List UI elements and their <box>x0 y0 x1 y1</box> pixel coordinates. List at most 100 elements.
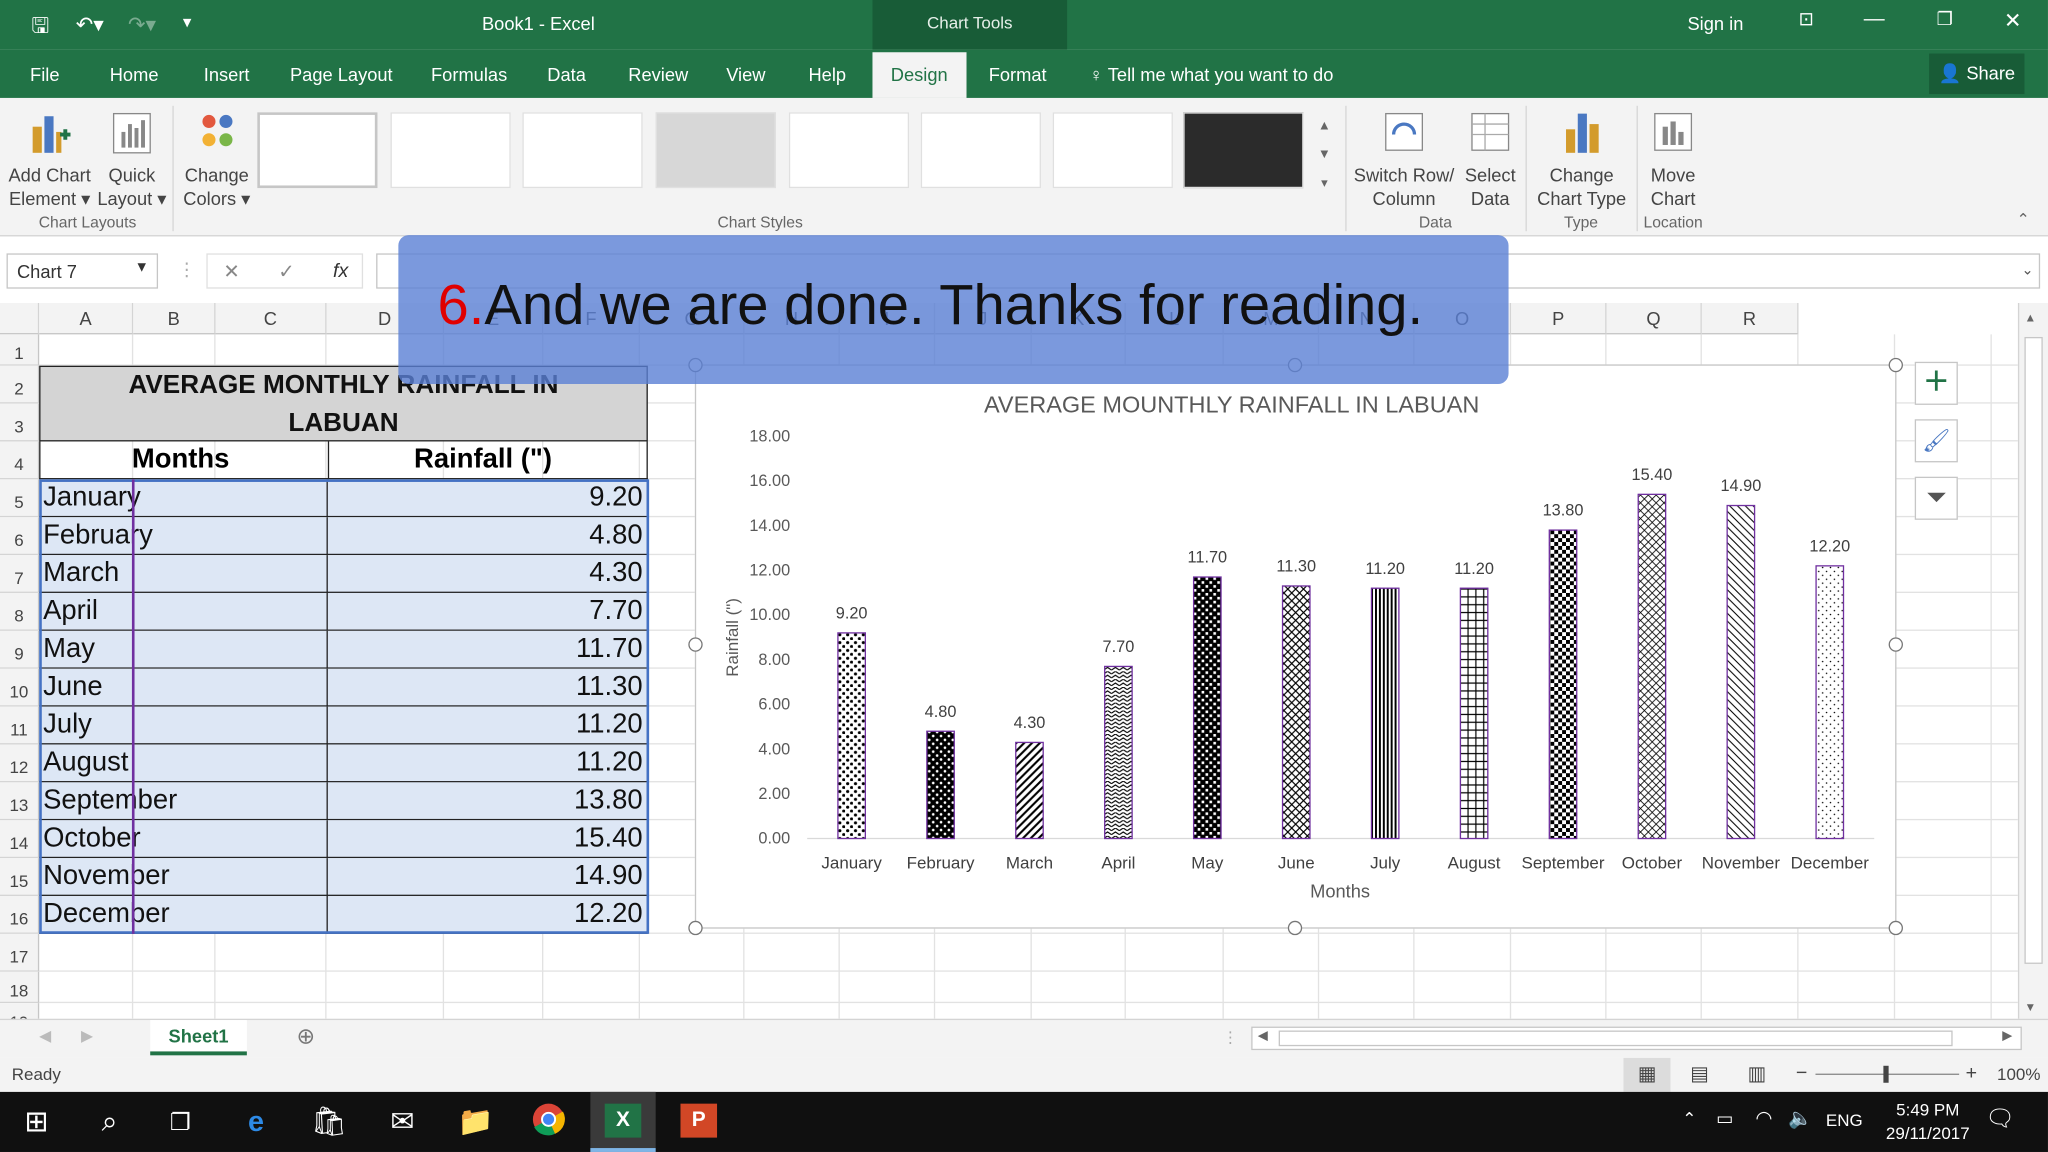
row-header-15[interactable]: 15 <box>0 858 40 896</box>
customize-qat-icon[interactable]: ▾ <box>183 12 192 33</box>
wifi-icon[interactable]: ◠ <box>1755 1106 1772 1130</box>
prev-sheet-icon[interactable]: ◀ <box>39 1027 51 1045</box>
change-chart-type-button[interactable]: Change Chart Type <box>1531 108 1633 210</box>
table-row[interactable]: September 13.80 <box>39 782 648 821</box>
enter-icon[interactable]: ✓ <box>278 260 294 283</box>
change-colors-button[interactable]: Change Colors ▾ <box>180 108 253 210</box>
row-header-11[interactable]: 11 <box>0 706 40 745</box>
scroll-down-icon[interactable]: ▼ <box>2024 1000 2036 1013</box>
row-header-4[interactable]: 4 <box>0 441 40 480</box>
zoom-level[interactable]: 100% <box>1997 1064 2040 1084</box>
next-sheet-icon[interactable]: ▶ <box>81 1027 93 1045</box>
column-header-P[interactable]: P <box>1511 303 1607 335</box>
row-header-19[interactable]: 19 <box>0 1003 40 1019</box>
quick-layout-button[interactable]: Quick Layout ▾ <box>97 108 168 210</box>
horizontal-scrollbar[interactable]: ◀ ▶ <box>1251 1026 2022 1051</box>
row-header-17[interactable]: 17 <box>0 933 40 972</box>
row-header-9[interactable]: 9 <box>0 630 40 669</box>
sign-in-link[interactable]: Sign in <box>1687 13 1743 34</box>
chart-style-4[interactable] <box>655 112 776 189</box>
add-sheet-icon[interactable]: ⊕ <box>296 1024 315 1050</box>
scroll-thumb[interactable] <box>2024 336 2043 964</box>
battery-icon[interactable]: ▭ <box>1716 1108 1733 1130</box>
sheet-tab-sheet1[interactable]: Sheet1 <box>150 1020 247 1056</box>
tab-design[interactable]: Design <box>872 52 966 98</box>
tab-file[interactable]: File <box>30 64 59 85</box>
zoom-out-icon[interactable]: − <box>1796 1062 1807 1084</box>
minimize-icon[interactable]: — <box>1855 8 1894 32</box>
undo-icon[interactable]: ↶▾ <box>76 12 104 38</box>
task-view-icon[interactable]: ❐ <box>159 1102 201 1141</box>
table-row[interactable]: November 14.90 <box>39 858 648 896</box>
chart-style-8[interactable] <box>1183 112 1304 189</box>
table-row[interactable]: August 11.20 <box>39 744 648 783</box>
edge-icon[interactable]: e <box>235 1102 277 1141</box>
excel-taskbar-button[interactable]: X <box>590 1091 656 1152</box>
volume-icon[interactable]: 🔈 <box>1788 1106 1812 1130</box>
vertical-scrollbar[interactable]: ▲ ▼ <box>2017 303 2048 1019</box>
chart-style-6[interactable] <box>920 112 1041 189</box>
table-row[interactable]: January 9.20 <box>39 479 648 518</box>
row-header-8[interactable]: 8 <box>0 592 40 631</box>
mail-icon[interactable]: ✉ <box>381 1102 423 1141</box>
save-icon[interactable]: 🖫 <box>31 12 49 47</box>
chart-styles-button[interactable]: 🖌 <box>1914 419 1958 463</box>
chart-style-7[interactable] <box>1052 112 1173 189</box>
scroll-up-icon[interactable]: ▲ <box>2024 311 2036 324</box>
resize-handle[interactable] <box>688 920 703 936</box>
language-indicator[interactable]: ENG <box>1826 1110 1863 1130</box>
table-row[interactable]: October 15.40 <box>39 820 648 859</box>
row-header-12[interactable]: 12 <box>0 744 40 783</box>
table-row[interactable]: February 4.80 <box>39 517 648 556</box>
tab-home[interactable]: Home <box>110 64 159 85</box>
resize-handle[interactable] <box>1888 357 1903 373</box>
table-row[interactable]: May 11.70 <box>39 630 648 669</box>
expand-formula-icon[interactable]: ⌄ <box>2022 261 2034 279</box>
split-handle-icon[interactable]: ⋮ <box>1223 1028 1239 1046</box>
chevron-down-icon[interactable]: ▼ <box>135 260 149 276</box>
row-header-14[interactable]: 14 <box>0 820 40 859</box>
resize-handle[interactable] <box>1888 637 1903 652</box>
row-header-1[interactable]: 1 <box>0 334 40 366</box>
chart-elements-button[interactable]: ＋ <box>1914 361 1958 405</box>
resize-handle[interactable] <box>1888 920 1903 936</box>
column-header-B[interactable]: B <box>133 303 216 335</box>
chart-style-2[interactable] <box>390 112 511 189</box>
name-box[interactable]: Chart 7 ▼ <box>6 253 159 289</box>
tab-view[interactable]: View <box>726 64 765 85</box>
tab-help[interactable]: Help <box>808 64 846 85</box>
close-icon[interactable]: ✕ <box>1993 8 2032 34</box>
h-scroll-thumb[interactable] <box>1278 1030 1953 1047</box>
ribbon-display-icon[interactable]: ⊡ <box>1787 8 1826 30</box>
select-data-button[interactable]: Select Data <box>1460 108 1520 210</box>
switch-row-column-button[interactable]: Switch Row/ Column <box>1351 108 1458 210</box>
chart-style-5[interactable] <box>788 112 910 189</box>
column-header-R[interactable]: R <box>1701 303 1799 335</box>
clock[interactable]: 5:49 PM 29/11/2017 <box>1881 1098 1975 1145</box>
row-header-18[interactable]: 18 <box>0 971 40 1004</box>
tab-insert[interactable]: Insert <box>204 64 250 85</box>
table-row[interactable]: December 12.20 <box>39 895 648 934</box>
tab-data[interactable]: Data <box>547 64 586 85</box>
row-header-5[interactable]: 5 <box>0 479 40 518</box>
table-row[interactable]: June 11.30 <box>39 668 648 707</box>
chart-area[interactable]: AVERAGE MOUNTHLY RAINFALL IN LABUAN 0.00 2… <box>694 364 1897 929</box>
share-button[interactable]: 👤 Share <box>1929 53 2025 95</box>
row-header-13[interactable]: 13 <box>0 782 40 821</box>
row-header-2[interactable]: 2 <box>0 365 40 404</box>
file-explorer-icon[interactable]: 📁 <box>455 1102 497 1141</box>
scroll-right-icon[interactable]: ▶ <box>2002 1029 2012 1043</box>
row-header-6[interactable]: 6 <box>0 517 40 556</box>
redo-icon[interactable]: ↷▾ <box>128 12 156 38</box>
tell-me-search[interactable]: ♀ Tell me what you want to do <box>1089 64 1333 85</box>
chrome-icon[interactable] <box>528 1102 570 1141</box>
cancel-icon[interactable]: ✕ <box>223 260 239 283</box>
restore-icon[interactable]: ❐ <box>1925 8 1964 30</box>
row-header-16[interactable]: 16 <box>0 895 40 934</box>
page-layout-view-icon[interactable]: ▤ <box>1690 1062 1709 1085</box>
chart-style-1[interactable] <box>257 112 378 189</box>
column-header-A[interactable]: A <box>39 303 134 335</box>
zoom-in-icon[interactable]: + <box>1966 1062 1977 1084</box>
table-row[interactable]: March 4.30 <box>39 555 648 593</box>
tab-review[interactable]: Review <box>628 64 688 85</box>
